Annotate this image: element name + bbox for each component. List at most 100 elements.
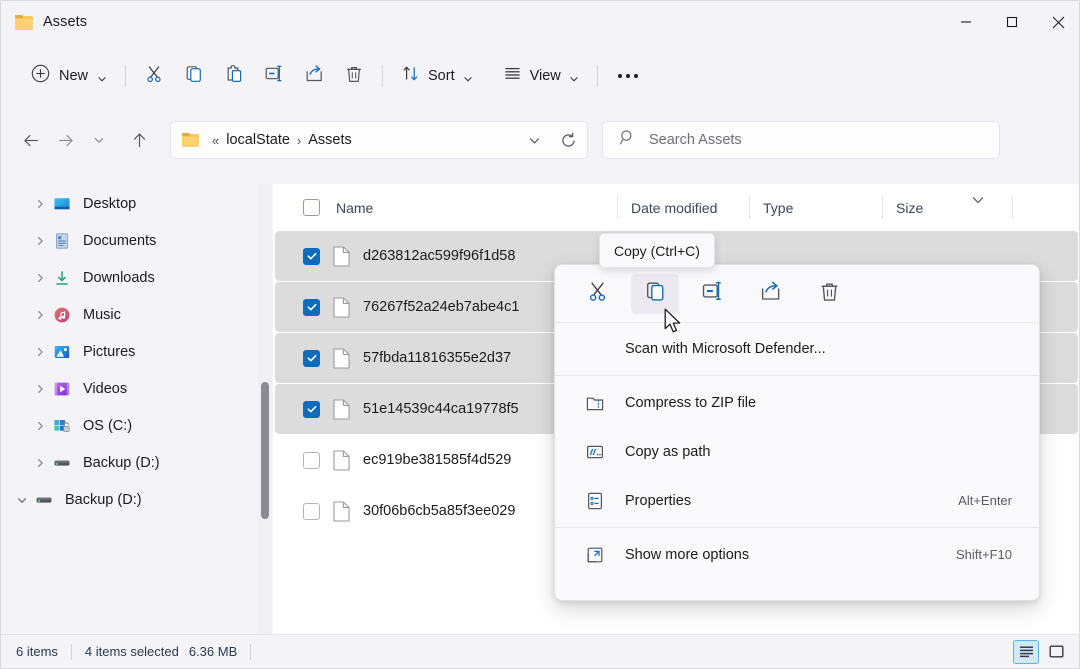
new-button[interactable]: New xyxy=(23,59,117,93)
context-item-scan-defender[interactable]: Scan with Microsoft Defender... xyxy=(560,325,1034,372)
context-delete-button[interactable] xyxy=(805,274,853,314)
copy-icon xyxy=(184,64,204,89)
search-icon xyxy=(619,129,636,151)
status-item-count: 6 items xyxy=(16,644,58,659)
breadcrumb-separator: › xyxy=(294,133,304,148)
chevron-right-icon[interactable] xyxy=(29,235,51,247)
pictures-icon xyxy=(51,343,73,361)
column-header-size[interactable]: Size xyxy=(883,184,1013,231)
divider xyxy=(250,644,251,660)
share-icon xyxy=(759,279,783,308)
sort-button[interactable]: Sort xyxy=(391,59,483,93)
context-item-label: Copy as path xyxy=(625,444,710,460)
details-view-button[interactable] xyxy=(1013,640,1039,664)
large-icons-view-button[interactable] xyxy=(1043,640,1069,664)
context-rename-button[interactable] xyxy=(689,274,737,314)
os-drive-icon xyxy=(51,417,73,435)
chevron-right-icon[interactable] xyxy=(29,420,51,432)
sidebar-scrollbar[interactable] xyxy=(258,184,272,635)
rename-button[interactable] xyxy=(254,59,294,93)
view-mode-toggles xyxy=(1013,640,1069,664)
file-name: d263812ac599f96f1d58 xyxy=(363,248,515,264)
share-button[interactable] xyxy=(294,59,334,93)
sidebar-item-label: Backup (D:) xyxy=(65,492,142,508)
sidebar-item-pictures[interactable]: Pictures xyxy=(7,334,265,369)
refresh-button[interactable] xyxy=(553,125,583,155)
column-header-name[interactable]: Name xyxy=(273,184,618,231)
downloads-icon xyxy=(51,269,73,287)
context-item-compress-zip[interactable]: Compress to ZIP file xyxy=(560,379,1034,426)
properties-icon xyxy=(584,491,606,511)
scissors-icon xyxy=(144,64,164,89)
context-share-button[interactable] xyxy=(747,274,795,314)
maximize-button[interactable] xyxy=(989,1,1035,43)
sidebar-item-label: Downloads xyxy=(83,270,155,286)
row-checkbox[interactable] xyxy=(303,401,320,418)
sidebar-item-os-c[interactable]: OS (C:) xyxy=(7,408,265,443)
documents-icon xyxy=(51,232,73,250)
delete-button[interactable] xyxy=(334,59,374,93)
more-options-button[interactable] xyxy=(606,59,650,93)
context-item-show-more-options[interactable]: Show more options Shift+F10 xyxy=(560,531,1034,578)
chevron-right-icon[interactable] xyxy=(29,272,51,284)
breadcrumb-assets[interactable]: Assets xyxy=(304,130,356,150)
minimize-button[interactable] xyxy=(943,1,989,43)
column-header-size-label: Size xyxy=(896,200,923,216)
chevron-right-icon[interactable] xyxy=(29,309,51,321)
row-checkbox[interactable] xyxy=(303,350,320,367)
chevron-right-icon[interactable] xyxy=(29,198,51,210)
chevron-right-icon[interactable] xyxy=(29,346,51,358)
forward-button[interactable] xyxy=(48,123,82,157)
address-dropdown-button[interactable] xyxy=(519,125,549,155)
sidebar-item-downloads[interactable]: Downloads xyxy=(7,260,265,295)
close-button[interactable] xyxy=(1035,1,1080,43)
new-button-label: New xyxy=(59,68,88,84)
up-button[interactable] xyxy=(122,123,156,157)
copy-button[interactable] xyxy=(174,59,214,93)
recent-locations-button[interactable] xyxy=(82,123,116,157)
chevron-down-icon[interactable] xyxy=(11,494,33,506)
sidebar-item-documents[interactable]: Documents xyxy=(7,223,265,258)
context-item-copy-as-path[interactable]: Copy as path xyxy=(560,428,1034,475)
row-checkbox[interactable] xyxy=(303,299,320,316)
sidebar-item-music[interactable]: Music xyxy=(7,297,265,332)
path-overflow[interactable]: « xyxy=(209,133,222,148)
search-box[interactable]: Search Assets xyxy=(602,121,1000,159)
sidebar-item-label: Videos xyxy=(83,381,127,397)
back-button[interactable] xyxy=(14,123,48,157)
row-checkbox[interactable] xyxy=(303,503,320,520)
chevron-right-icon[interactable] xyxy=(29,457,51,469)
status-selection-size: 6.36 MB xyxy=(189,644,237,659)
row-checkbox[interactable] xyxy=(303,452,320,469)
context-item-label: Scan with Microsoft Defender... xyxy=(625,341,826,357)
paste-button[interactable] xyxy=(214,59,254,93)
sidebar-item-backup-d[interactable]: Backup (D:) xyxy=(7,445,265,480)
column-header-type[interactable]: Type xyxy=(750,184,883,231)
view-lines-icon xyxy=(503,64,522,88)
context-cut-button[interactable] xyxy=(573,274,621,314)
column-options-chevron-down-icon[interactable] xyxy=(967,192,989,208)
cut-button[interactable] xyxy=(134,59,174,93)
share-icon xyxy=(304,63,325,89)
address-bar[interactable]: « localState › Assets xyxy=(170,121,588,159)
sidebar-scroll-thumb[interactable] xyxy=(261,382,269,519)
context-menu: Scan with Microsoft Defender... Compress… xyxy=(554,264,1040,601)
clipboard-paste-icon xyxy=(224,64,244,89)
divider xyxy=(125,65,126,87)
sidebar-item-desktop[interactable]: Desktop xyxy=(7,186,265,221)
sidebar-item-videos[interactable]: Videos xyxy=(7,371,265,406)
sidebar-item-backup-d[interactable]: Backup (D:) xyxy=(7,482,265,517)
file-name: 51e14539c44ca19778f5 xyxy=(363,401,519,417)
rename-icon xyxy=(701,279,725,308)
command-bar: New xyxy=(1,43,1080,109)
search-input[interactable]: Search Assets xyxy=(649,132,742,148)
context-item-label: Properties xyxy=(625,493,691,509)
context-item-properties[interactable]: Properties Alt+Enter xyxy=(560,477,1034,524)
column-header-date-modified[interactable]: Date modified xyxy=(618,184,750,231)
view-button[interactable]: View xyxy=(493,59,589,93)
select-all-checkbox[interactable] xyxy=(303,199,320,216)
chevron-right-icon[interactable] xyxy=(29,383,51,395)
breadcrumb-localstate[interactable]: localState xyxy=(222,130,294,150)
copy-tooltip: Copy (Ctrl+C) xyxy=(599,233,715,268)
row-checkbox[interactable] xyxy=(303,248,320,265)
